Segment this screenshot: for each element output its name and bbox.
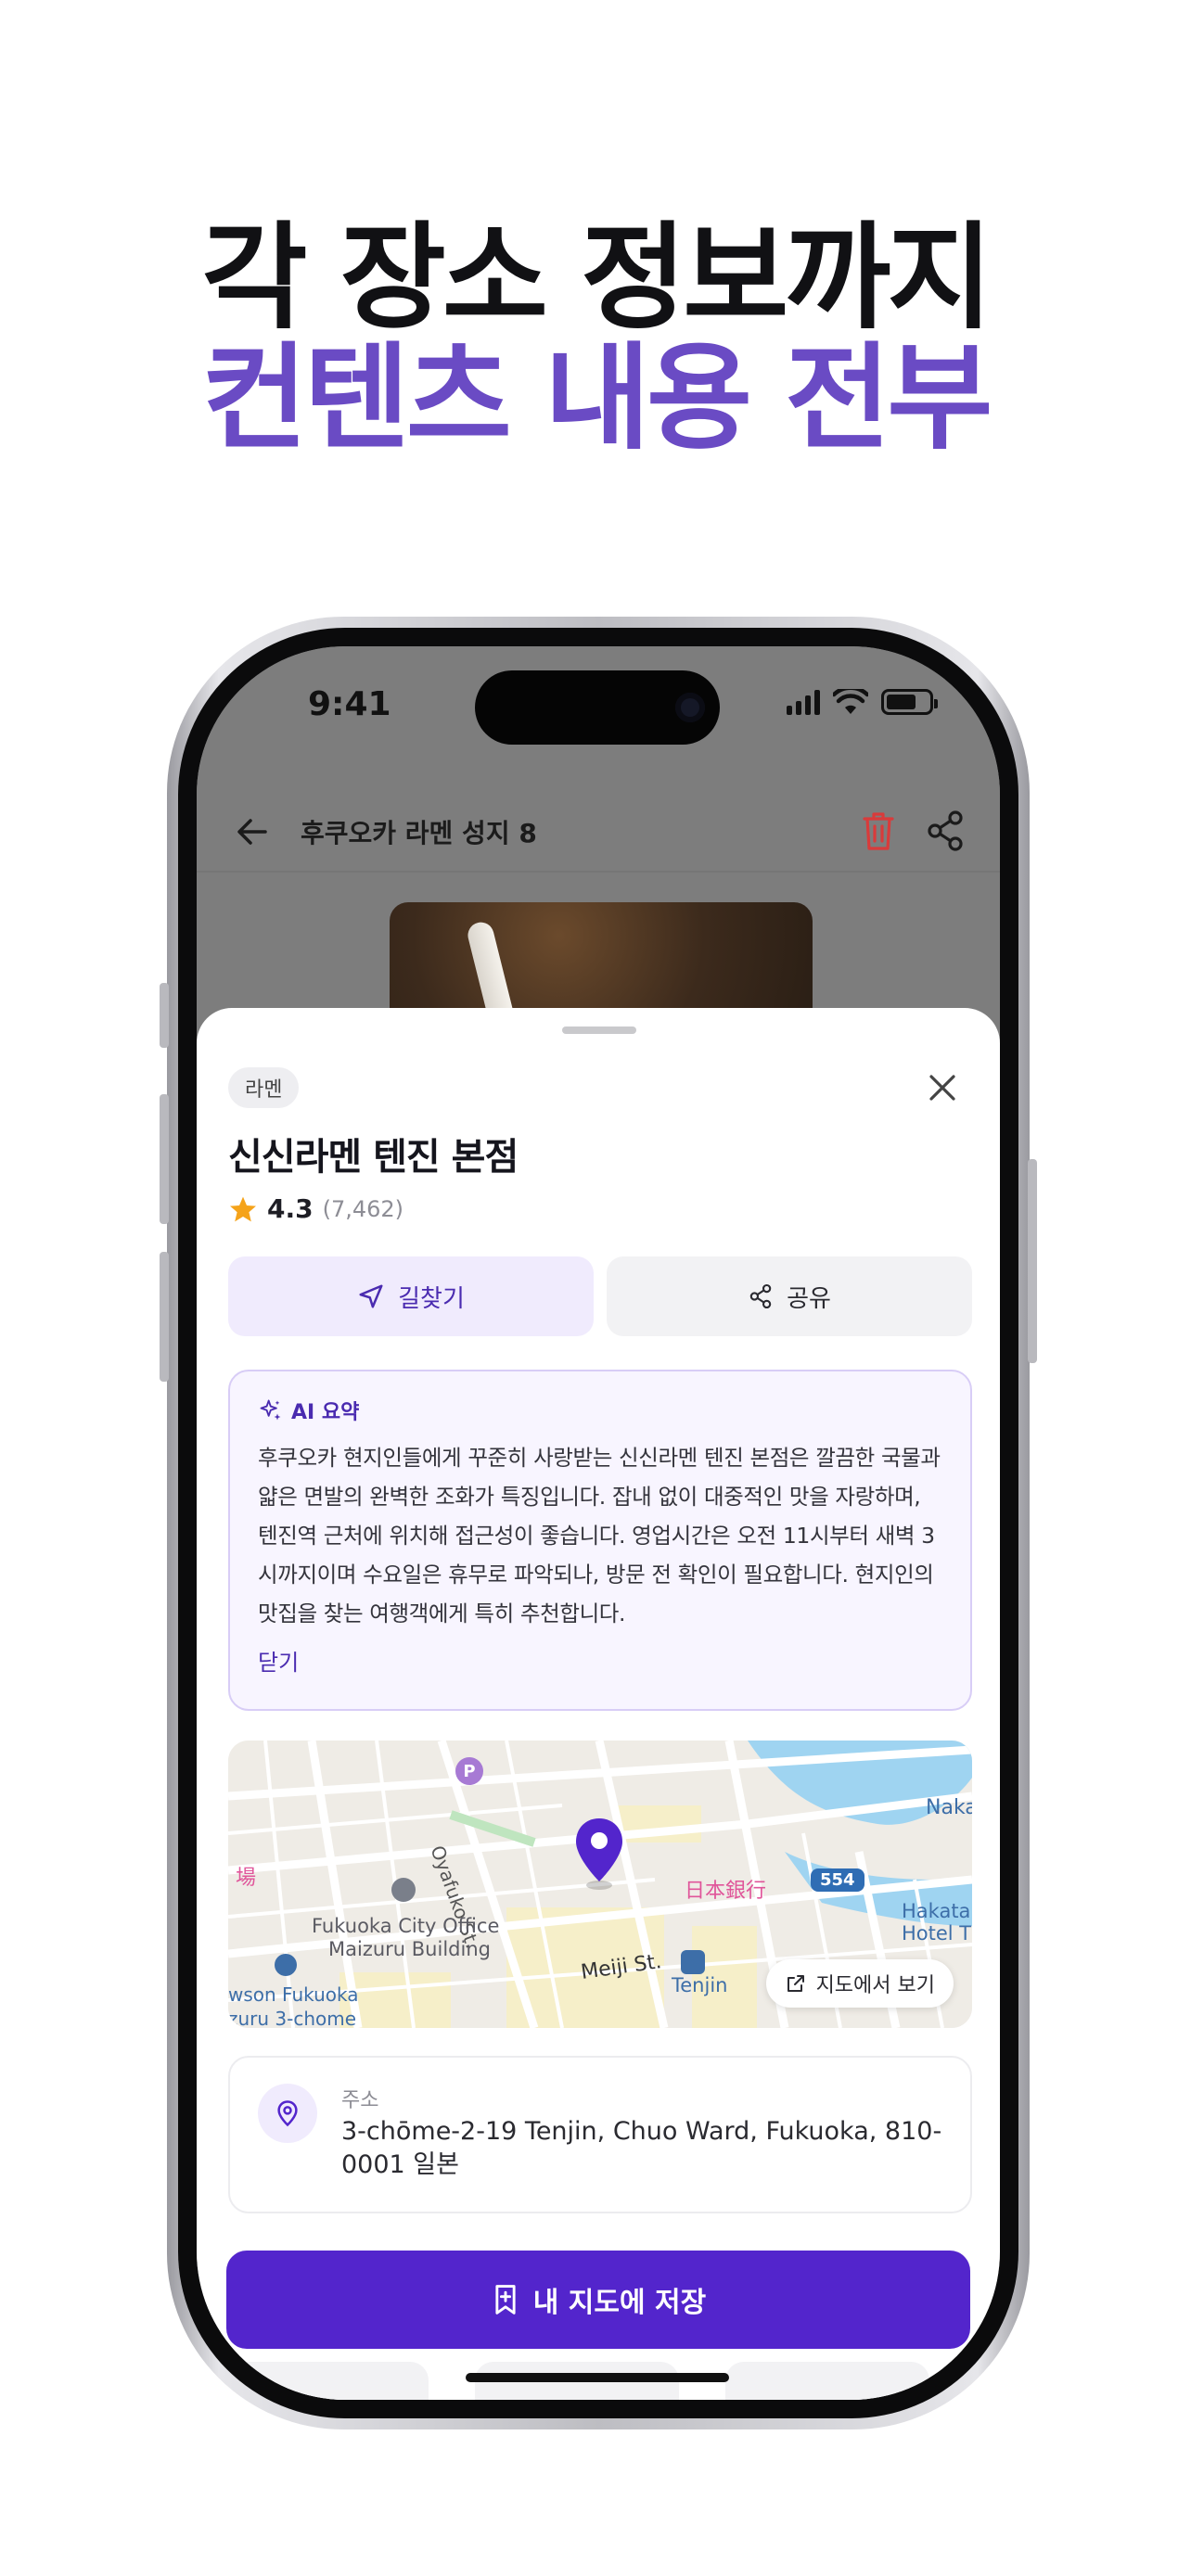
status-time: 9:41 xyxy=(308,685,391,723)
silent-switch xyxy=(160,983,169,1048)
peek-card xyxy=(725,2362,929,2400)
share-label: 공유 xyxy=(787,1284,831,1313)
volume-down-button xyxy=(160,1252,169,1382)
map-label-city-office: Fukuoka City Office xyxy=(312,1915,500,1937)
map-label-naka: Naka xyxy=(926,1796,972,1819)
rating-count: (7,462) xyxy=(322,1195,404,1222)
category-tag: 라멘 xyxy=(228,1067,300,1108)
app-bar: 후쿠오카 라멘 성지 8 xyxy=(197,785,1000,878)
share-icon[interactable] xyxy=(924,808,967,854)
ai-summary-close-link[interactable]: 닫기 xyxy=(258,1644,942,1677)
signal-icon xyxy=(787,689,820,715)
store-icon xyxy=(275,1954,297,1976)
battery-icon xyxy=(881,689,938,715)
hero-image xyxy=(390,902,813,1014)
place-title: 신신라멘 텐진 본점 xyxy=(228,1136,519,1179)
volume-up-button xyxy=(160,1094,169,1224)
phone-screen: 9:41 후쿠오카 라멘 성지 8 라멘 신신라멘 텐진 본점 4.3 (7,4… xyxy=(197,646,1000,2400)
ai-summary-text: 후쿠오카 현지인들에게 꾸준히 사랑받는 신신라멘 텐진 본점은 깔끔한 국물과… xyxy=(258,1445,941,1626)
government-building-icon xyxy=(391,1878,416,1902)
app-bar-divider xyxy=(197,871,1000,873)
subway-station-icon xyxy=(681,1950,705,1974)
address-value: 3-chōme-2-19 Tenjin, Chuo Ward, Fukuoka,… xyxy=(341,2117,942,2179)
navigation-arrow-icon xyxy=(359,1284,383,1308)
location-icon xyxy=(258,2084,317,2143)
back-arrow-icon[interactable] xyxy=(232,811,273,852)
bookmark-add-icon xyxy=(495,2285,516,2315)
ai-summary-header: AI 요약 xyxy=(258,1396,942,1425)
map-label-tenjin: Tenjin xyxy=(672,1974,728,1996)
map-label-hakata: Hakata xyxy=(902,1900,971,1922)
place-bottom-sheet: 라멘 신신라멘 텐진 본점 4.3 (7,462) 길찾기 공유 AI 요약 후… xyxy=(197,1008,1000,2400)
location-pin-icon xyxy=(576,1818,622,1890)
wifi-icon xyxy=(833,689,868,714)
directions-button[interactable]: 길찾기 xyxy=(228,1256,594,1336)
share-button[interactable]: 공유 xyxy=(607,1256,972,1336)
sheet-drag-handle[interactable] xyxy=(562,1027,636,1034)
ai-summary-card: AI 요약 후쿠오카 현지인들에게 꾸준히 사랑받는 신신라멘 텐진 본점은 깔… xyxy=(228,1370,972,1711)
peek-card xyxy=(224,2362,429,2400)
map-label-boj: 日本銀行 xyxy=(685,1880,767,1903)
map-label-maizuru: Maizuru Building xyxy=(328,1938,491,1960)
home-indicator[interactable] xyxy=(466,2373,729,2382)
star-icon xyxy=(230,1196,256,1221)
headline-line-2: 컨텐츠 내용 전부 xyxy=(201,332,993,465)
map-label-zuru: zuru 3-chome xyxy=(228,2008,357,2028)
open-in-map-label: 지도에서 보기 xyxy=(815,1974,935,1997)
save-button-label: 내 지도에 저장 xyxy=(532,2287,707,2319)
close-icon[interactable] xyxy=(922,1067,963,1108)
address-card: 주소 3-chōme-2-19 Tenjin, Chuo Ward, Fukuo… xyxy=(228,2056,972,2213)
status-icons xyxy=(787,689,938,715)
sparkle-icon xyxy=(260,1399,281,1421)
external-link-icon xyxy=(787,1975,804,1992)
parking-marker-icon: P xyxy=(455,1757,483,1785)
front-camera xyxy=(675,693,705,722)
ai-summary-label: AI 요약 xyxy=(291,1401,360,1424)
trash-icon[interactable] xyxy=(857,808,900,854)
map-label-jo: 場 xyxy=(236,1867,257,1890)
share-icon xyxy=(749,1283,772,1309)
address-label: 주소 xyxy=(341,2089,379,2112)
map-label-lawson: wson Fukuoka xyxy=(228,1983,359,2006)
rating: 4.3 (7,462) xyxy=(228,1193,403,1224)
route-badge: 554 xyxy=(811,1868,864,1892)
open-in-map-button[interactable]: 지도에서 보기 xyxy=(765,1959,954,2008)
rating-score: 4.3 xyxy=(267,1193,314,1224)
directions-label: 길찾기 xyxy=(398,1284,465,1313)
page-title: 후쿠오카 라멘 성지 8 xyxy=(301,818,537,848)
map-label-hotel: Hotel T xyxy=(902,1922,972,1945)
save-to-my-map-button[interactable]: 내 지도에 저장 xyxy=(226,2251,970,2349)
map-preview[interactable]: P 場 Oyafuko St. Fukuoka City Office Maiz… xyxy=(228,1741,972,2028)
power-button xyxy=(1028,1159,1037,1363)
